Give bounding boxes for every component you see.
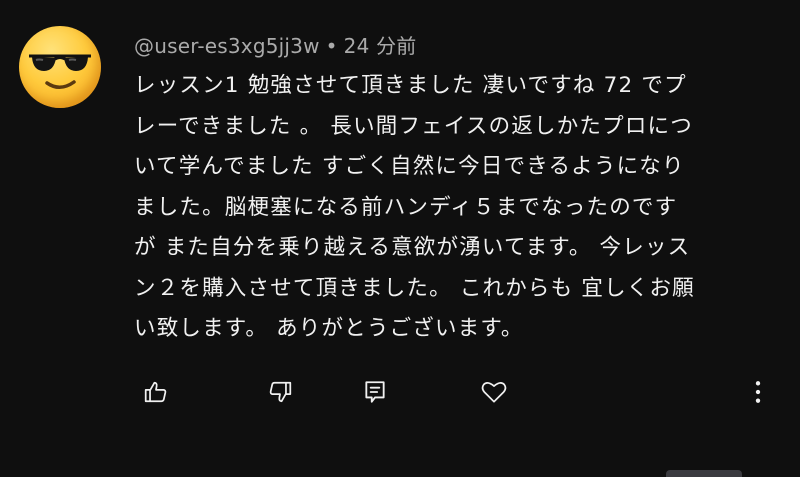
reply-button[interactable]	[357, 374, 393, 410]
more-vertical-icon	[755, 381, 761, 403]
comment-actions	[0, 374, 800, 414]
comment-meta: @user-es3xg5jj3w • 24 分前	[134, 30, 416, 59]
comment-line: ン２を購入させて頂きました。 これからも 宜しくお願	[134, 275, 695, 301]
thumbs-down-icon	[269, 381, 292, 403]
meta-separator: •	[325, 34, 338, 58]
dislike-button[interactable]	[262, 374, 298, 410]
comment-line: い致します。 ありがとうございます。	[134, 316, 524, 341]
comment-line: が また自分を乗り越える意欲が湧いてます。 今レッス	[134, 235, 691, 260]
heart-button[interactable]	[476, 374, 512, 410]
comment-line: レーできました 。 長い間フェイスの返しかたプロにつ	[134, 113, 693, 139]
comment-text: レッスン1 勉強させて頂きました 凄いですね 72 でプ レーできました 。 長…	[134, 66, 774, 350]
sunglasses-emoji-icon	[29, 54, 91, 89]
next-content-edge	[666, 470, 742, 477]
comment-line: レッスン1 勉強させて頂きました 凄いですね 72 でプ	[134, 73, 687, 98]
comment-item: @user-es3xg5jj3w • 24 分前 レッスン1 勉強させて頂きました …	[0, 0, 800, 477]
like-button[interactable]	[138, 374, 174, 410]
comment-timestamp: 24 分前	[343, 34, 417, 58]
heart-icon	[481, 382, 507, 403]
comment-line: いて学んでました すごく自然に今日できるようになり	[134, 154, 685, 179]
thumbs-up-icon	[144, 381, 167, 403]
avatar[interactable]	[19, 26, 101, 108]
reply-comment-icon	[365, 381, 385, 403]
more-options-button[interactable]	[740, 374, 776, 410]
comment-line: ました。脳梗塞になる前ハンディ５までなったのです	[134, 194, 678, 220]
author-handle[interactable]: @user-es3xg5jj3w	[134, 34, 320, 58]
